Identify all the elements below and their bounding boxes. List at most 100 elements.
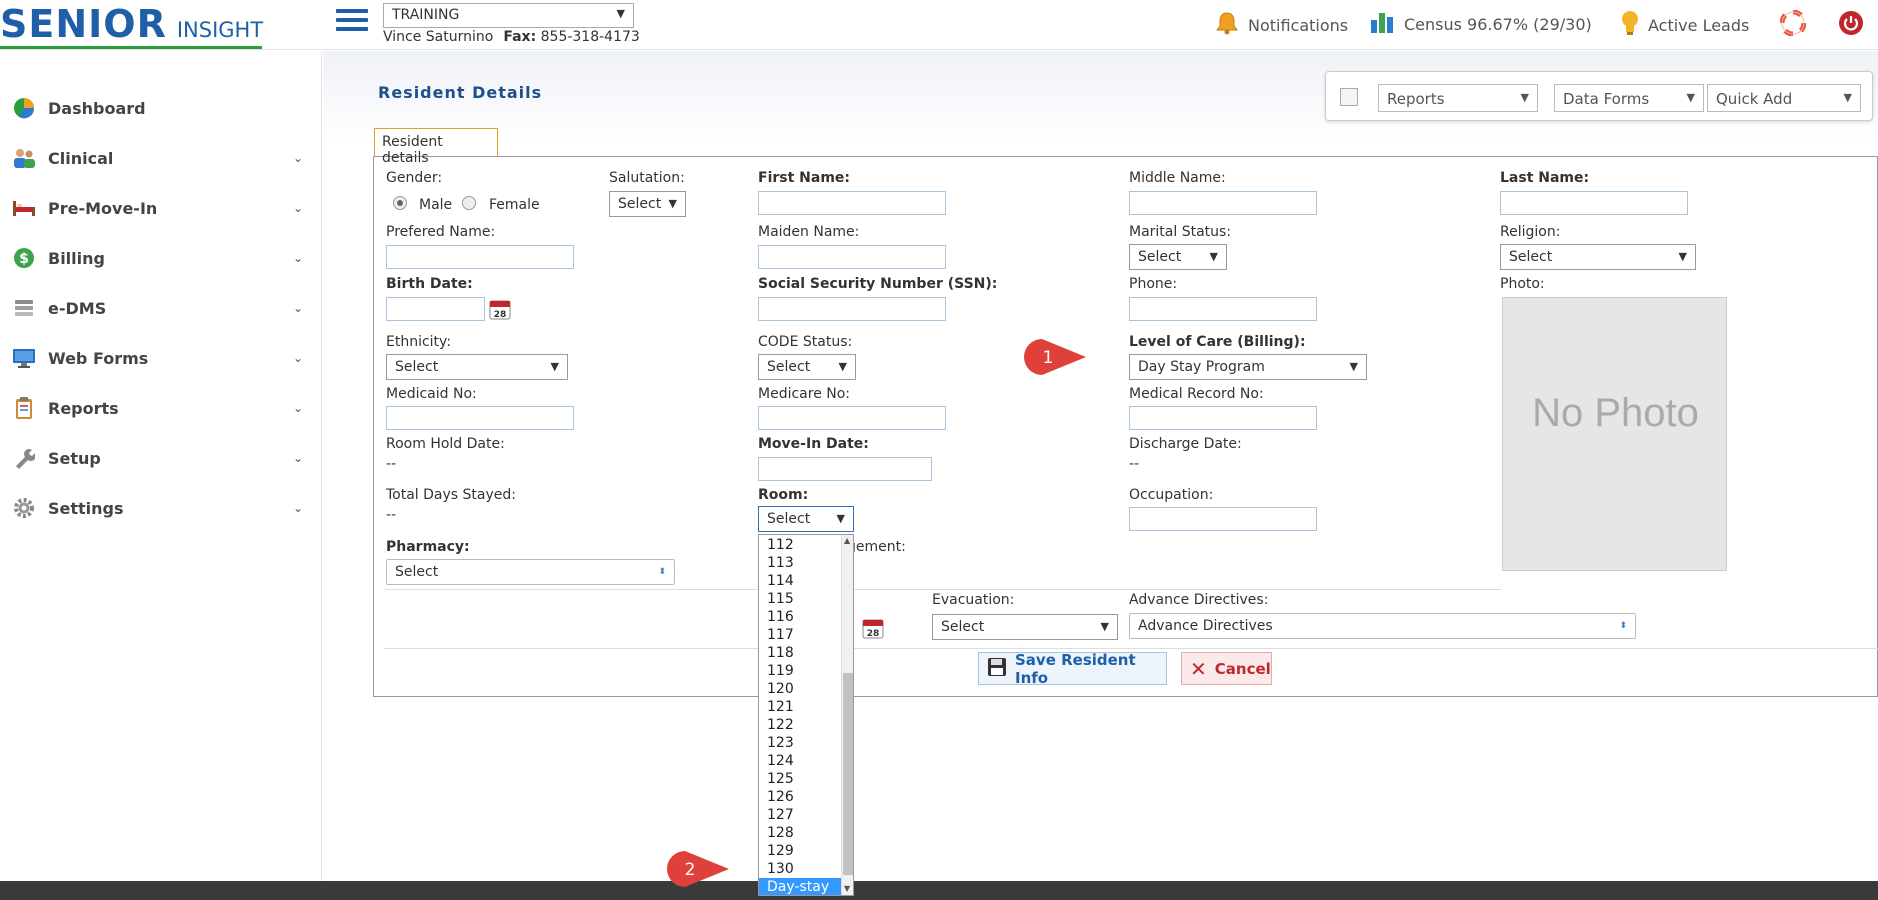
room-option[interactable]: 128 (759, 824, 841, 842)
notifications-label: Notifications (1248, 15, 1349, 35)
room-option[interactable]: 127 (759, 806, 841, 824)
room-option-highlighted[interactable]: Day-stay (759, 878, 841, 895)
room-option[interactable]: 117 (759, 626, 841, 644)
sidebar-item-settings[interactable]: Settings ⌄ (0, 488, 322, 528)
medicaid-field[interactable] (386, 406, 574, 430)
marital-status-select[interactable]: Select ▼ (1129, 244, 1227, 270)
move-in-date-field[interactable] (758, 457, 932, 481)
sidebar-item-web-forms[interactable]: Web Forms ⌄ (0, 338, 322, 378)
middle-name-field[interactable] (1129, 191, 1317, 215)
maiden-name-field[interactable] (758, 245, 946, 269)
quick-add-select[interactable]: Quick Add ▼ (1707, 84, 1861, 112)
preferred-name-field[interactable] (386, 245, 574, 269)
room-option[interactable]: 124 (759, 752, 841, 770)
room-option[interactable]: 122 (759, 716, 841, 734)
medical-record-label: Medical Record No: (1129, 386, 1264, 402)
logo[interactable]: SENIOR INSIGHT (0, 2, 263, 49)
occupation-field[interactable] (1129, 507, 1317, 531)
facility-select[interactable]: TRAINING ▼ (383, 3, 634, 28)
birth-date-field[interactable] (386, 297, 485, 321)
pharmacy-select-value: Select (395, 564, 439, 580)
sidebar: Dashboard Clinical ⌄ Pre-Move-In ⌄ $ Bil… (0, 51, 322, 881)
room-option[interactable]: 115 (759, 590, 841, 608)
notifications-link[interactable]: Notifications (1214, 10, 1348, 40)
scroll-down-icon[interactable]: ▼ (844, 884, 850, 893)
sidebar-item-reports[interactable]: Reports ⌄ (0, 388, 322, 428)
help-lifebuoy-icon[interactable] (1780, 10, 1806, 36)
gear-icon (12, 496, 36, 520)
salutation-label: Salutation: (609, 170, 685, 186)
reports-select[interactable]: Reports ▼ (1378, 84, 1538, 112)
religion-select[interactable]: Select ▼ (1500, 244, 1696, 270)
evacuation-select[interactable]: Select ▼ (932, 614, 1118, 640)
room-option[interactable]: 112 (759, 536, 841, 554)
total-days-value: -- (386, 507, 397, 523)
phone-field[interactable] (1129, 297, 1317, 321)
advance-directives-select[interactable]: Advance Directives ⬍ (1129, 613, 1636, 639)
sidebar-item-pre-move-in[interactable]: Pre-Move-In ⌄ (0, 188, 322, 228)
menu-toggle-icon[interactable] (336, 9, 368, 35)
room-option[interactable]: 116 (759, 608, 841, 626)
gender-male-radio[interactable] (393, 196, 407, 210)
room-options-list[interactable]: 112 113 114 115 116 117 118 119 120 121 … (758, 534, 854, 896)
room-option[interactable]: 126 (759, 788, 841, 806)
sidebar-item-dashboard[interactable]: Dashboard (0, 88, 322, 128)
room-hold-date-label: Room Hold Date: (386, 436, 505, 452)
room-label: Room: (758, 487, 809, 503)
caret-down-icon: ▼ (1209, 250, 1218, 263)
cancel-button-label: Cancel (1214, 659, 1271, 678)
save-resident-info-button[interactable]: Save Resident Info (978, 651, 1167, 687)
sidebar-item-label: Billing (48, 248, 105, 268)
sidebar-item-billing[interactable]: $ Billing ⌄ (0, 238, 322, 278)
room-option[interactable]: 113 (759, 554, 841, 572)
maiden-name-label: Maiden Name: (758, 224, 860, 240)
resident-photo[interactable]: No Photo (1502, 297, 1727, 571)
room-select[interactable]: Select ▼ (758, 506, 854, 532)
data-forms-select[interactable]: Data Forms ▼ (1554, 84, 1704, 112)
scrollbar-thumb[interactable] (843, 673, 853, 875)
advance-directives-select-value: Advance Directives (1138, 618, 1273, 634)
room-option[interactable]: 114 (759, 572, 841, 590)
religion-select-value: Select (1509, 249, 1553, 265)
calendar-icon[interactable]: 28 (489, 298, 511, 320)
active-leads-link[interactable]: Active Leads (1620, 10, 1749, 40)
calendar-icon[interactable]: 28 (862, 617, 884, 639)
scroll-up-icon[interactable]: ▲ (844, 536, 850, 545)
first-name-field[interactable] (758, 191, 946, 215)
ssn-label: Social Security Number (SSN): (758, 276, 998, 292)
salutation-select[interactable]: Select ▼ (609, 191, 686, 217)
sidebar-item-clinical[interactable]: Clinical ⌄ (0, 138, 322, 178)
sidebar-item-edms[interactable]: e-DMS ⌄ (0, 288, 322, 328)
level-of-care-select[interactable]: Day Stay Program ▼ (1129, 354, 1367, 380)
room-option[interactable]: 129 (759, 842, 841, 860)
dollar-icon: $ (12, 246, 36, 270)
medical-record-field[interactable] (1129, 406, 1317, 430)
sidebar-item-setup[interactable]: Setup ⌄ (0, 438, 322, 478)
room-option[interactable]: 130 (759, 860, 841, 878)
caret-down-icon: ▼ (838, 360, 847, 373)
code-status-select[interactable]: Select ▼ (758, 354, 856, 380)
broken-image-icon (1340, 88, 1358, 106)
room-option[interactable]: 118 (759, 644, 841, 662)
room-list-scrollbar[interactable]: ▲ ▼ (841, 535, 853, 895)
room-option[interactable]: 123 (759, 734, 841, 752)
power-icon[interactable] (1838, 10, 1864, 36)
floppy-disk-icon (987, 657, 1007, 681)
partial-hidden-label: gement: (847, 539, 906, 555)
preferred-name-label: Prefered Name: (386, 224, 496, 240)
ssn-field[interactable] (758, 297, 946, 321)
room-option[interactable]: 120 (759, 680, 841, 698)
last-name-field[interactable] (1500, 191, 1688, 215)
tab-resident-details[interactable]: Resident details (374, 128, 498, 166)
room-option[interactable]: 121 (759, 698, 841, 716)
pharmacy-select[interactable]: Select ⬍ (386, 559, 675, 585)
gender-female-radio[interactable] (462, 196, 476, 210)
evacuation-label: Evacuation: (932, 592, 1015, 608)
medicare-field[interactable] (758, 406, 946, 430)
up-down-caret-icon: ⬍ (1619, 621, 1627, 631)
ethnicity-select[interactable]: Select ▼ (386, 354, 568, 380)
room-option[interactable]: 125 (759, 770, 841, 788)
cancel-button[interactable]: ✕ Cancel (1181, 652, 1272, 685)
room-option[interactable]: 119 (759, 662, 841, 680)
census-link[interactable]: Census 96.67% (29/30) (1370, 10, 1592, 38)
